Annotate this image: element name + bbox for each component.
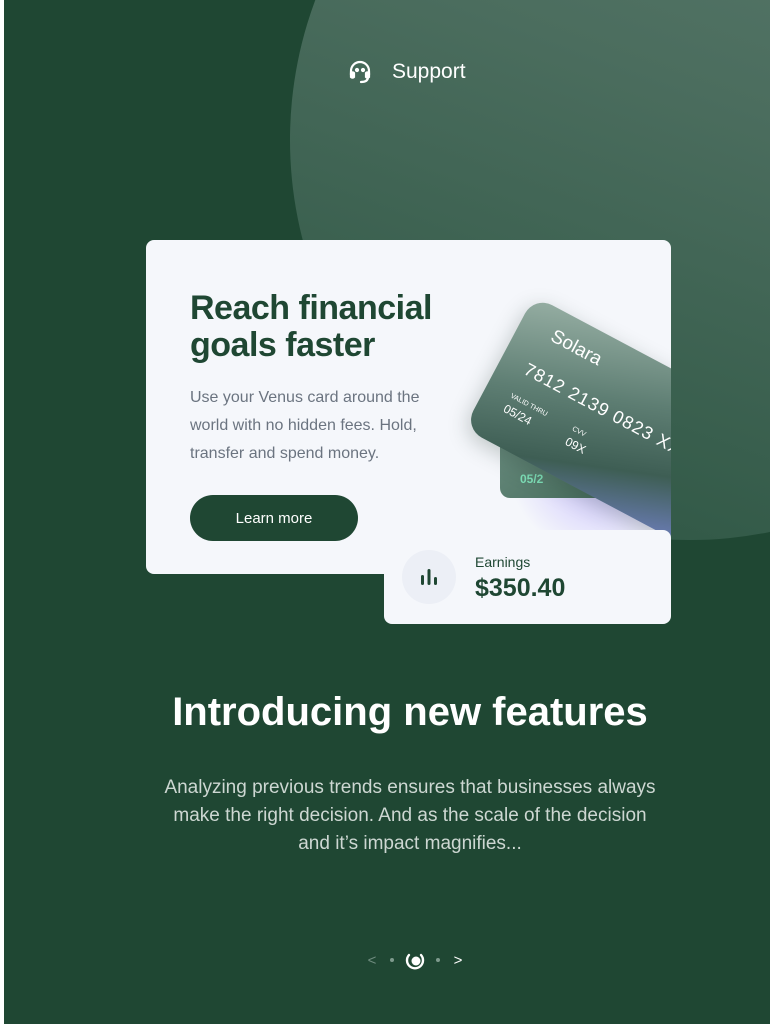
page-dot-3[interactable] (436, 958, 440, 962)
pagination: < > (364, 946, 466, 974)
earnings-amount: $350.40 (475, 574, 566, 602)
promo-title: Reach financial goals faster (190, 289, 432, 364)
card-back-valid-value: 05/2 (520, 472, 544, 486)
promo-description: Use your Venus card around the world wit… (190, 389, 420, 462)
bar-chart-icon (421, 569, 437, 585)
promo-card: Reach financial goals faster Use your Ve… (146, 240, 671, 574)
active-page-indicator-icon[interactable] (404, 949, 426, 971)
support-label: Support (392, 60, 466, 83)
earnings-label: Earnings (475, 554, 531, 570)
headset-icon (349, 60, 371, 84)
earnings-card: Earnings $350.40 (384, 530, 671, 624)
card-brand: Solara (547, 325, 606, 371)
next-arrow-icon[interactable]: > (450, 952, 466, 969)
feature-headline: Introducing new features (172, 690, 648, 734)
onboarding-screen: Support Reach financial goals faster Use… (4, 0, 770, 1024)
support-link[interactable]: Support (346, 56, 466, 88)
feature-description: Analyzing previous trends ensures that b… (164, 777, 656, 854)
learn-more-button[interactable]: Learn more (190, 495, 358, 541)
card-cvv-value: 09X (562, 434, 589, 457)
prev-arrow-icon[interactable]: < (364, 952, 380, 969)
earnings-icon-badge (402, 550, 456, 604)
page-dot-1[interactable] (390, 958, 394, 962)
